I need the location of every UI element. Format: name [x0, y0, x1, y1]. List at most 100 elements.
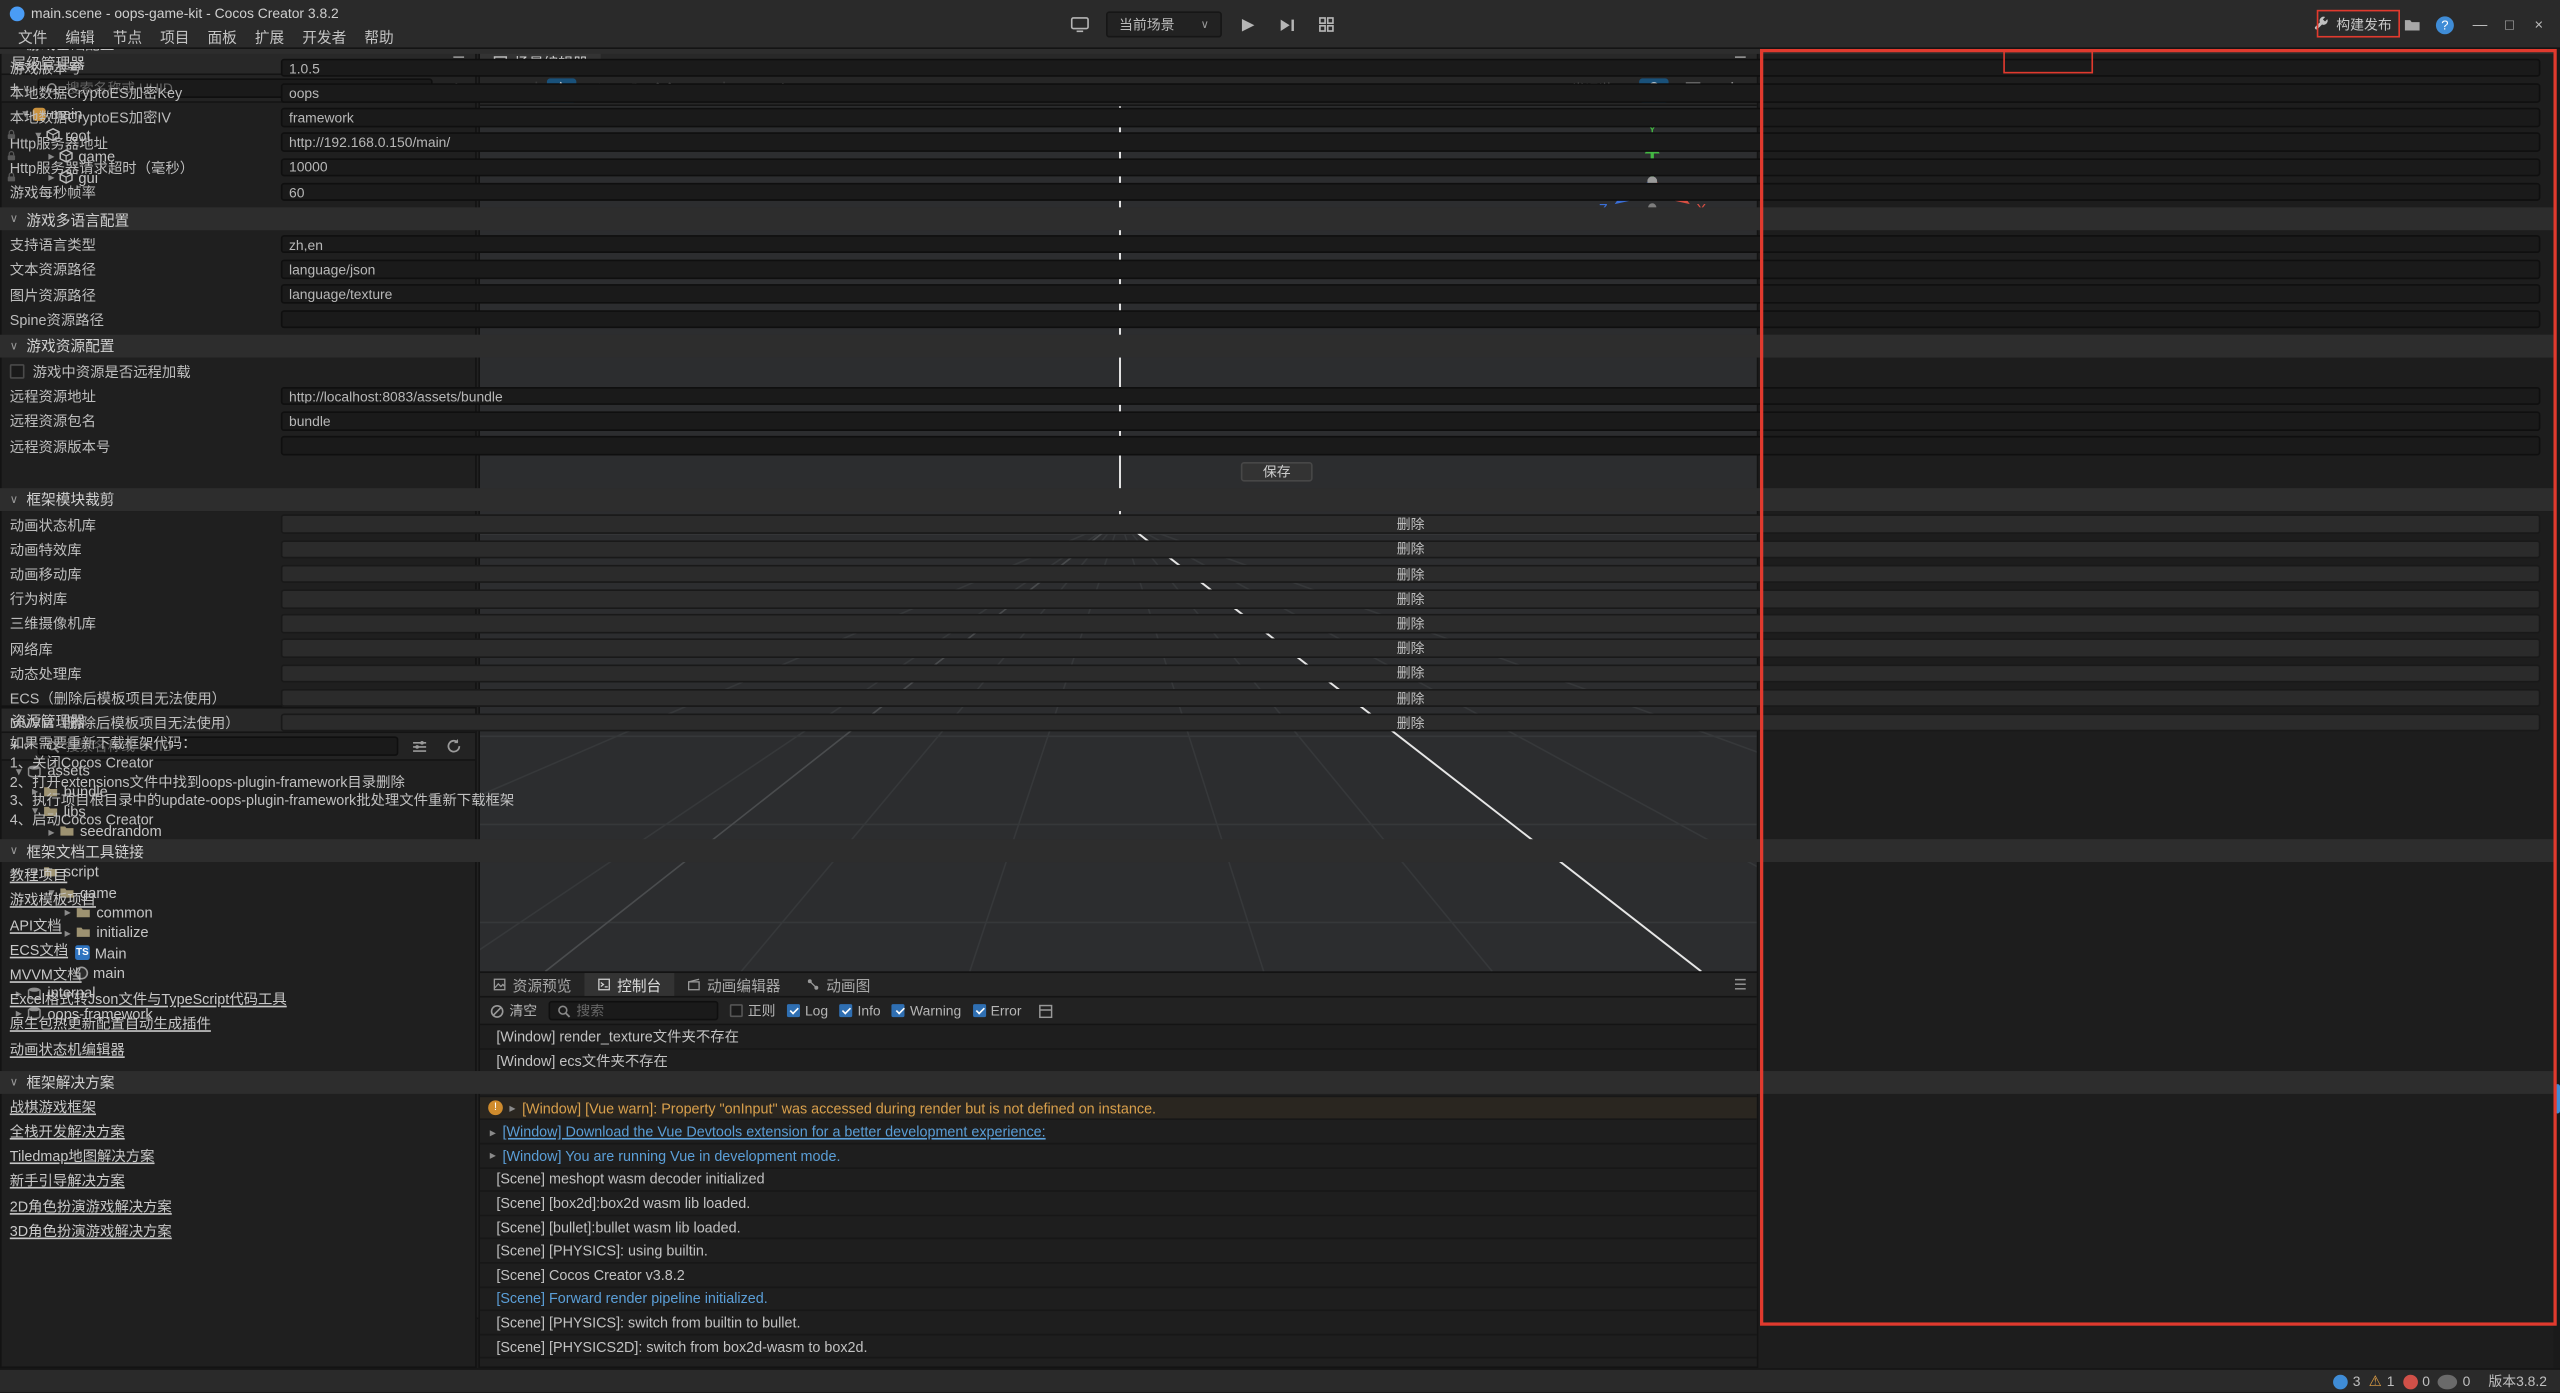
inspector-row: Http服务器地址: [0, 130, 2553, 155]
section-solutions[interactable]: ∨ 框架解决方案: [0, 1071, 2553, 1094]
inspector-row: 文本资源路径: [0, 257, 2553, 282]
remote-version-input[interactable]: [281, 436, 2541, 455]
doc-link[interactable]: 原生包热更新配置自动生成插件: [10, 1013, 211, 1038]
close-button[interactable]: ×: [2524, 16, 2553, 32]
inspector-row: 游戏版本号: [0, 56, 2553, 81]
menu-panel[interactable]: 面板: [199, 24, 245, 48]
menu-edit[interactable]: 编辑: [57, 24, 103, 48]
solution-link[interactable]: 新手引导解决方案: [10, 1170, 125, 1195]
http-server-input[interactable]: [281, 133, 2541, 152]
redownload-step: 1、关闭Cocos Creator: [0, 754, 2553, 773]
module-row: 行为树库 删除: [0, 586, 2553, 611]
inspector-scrollbar[interactable]: [2553, 26, 2560, 1393]
doc-link[interactable]: API文档: [10, 914, 62, 939]
inspector-row: Http服务器请求超时（毫秒）: [0, 155, 2553, 180]
wrench-icon: [2313, 16, 2329, 32]
delete-module-button[interactable]: 删除: [281, 639, 2541, 658]
inspector-row: 支持语言类型: [0, 232, 2553, 257]
lang-json-path-input[interactable]: [281, 260, 2541, 279]
solution-link[interactable]: 3D角色扮演游戏解决方案: [10, 1219, 172, 1244]
crypto-key-input[interactable]: [281, 83, 2541, 102]
solution-link[interactable]: 战棋游戏框架: [10, 1095, 96, 1120]
remote-url-input[interactable]: [281, 387, 2541, 406]
module-row: 动画特效库 删除: [0, 537, 2553, 562]
open-folder-icon[interactable]: [2398, 11, 2424, 37]
menu-developer[interactable]: 开发者: [294, 24, 354, 48]
module-row: ECS（删除后模板项目无法使用） 删除: [0, 686, 2553, 711]
delete-module-button[interactable]: 删除: [281, 589, 2541, 608]
crypto-iv-input[interactable]: [281, 108, 2541, 127]
redownload-step: 3、执行项目根目录中的update-oops-plugin-framework批…: [0, 792, 2553, 811]
section-caret-icon: ∨: [10, 212, 18, 225]
error-count[interactable]: 0: [2403, 1373, 2430, 1389]
step-button[interactable]: [1274, 11, 1300, 37]
inspector-panel: 属性检查器 构建发布 服务 框架配置 ∨ 游戏基础配置 游戏版本号: [0, 0, 800, 1319]
menu-project[interactable]: 项目: [152, 24, 198, 48]
solution-link[interactable]: Tiledmap地图解决方案: [10, 1145, 155, 1170]
doc-link[interactable]: ECS文档: [10, 939, 68, 964]
scene-select-dropdown[interactable]: 当前场景 ∨: [1106, 11, 1222, 37]
redownload-step: 4、启动Cocos Creator: [0, 811, 2553, 830]
delete-module-button[interactable]: 删除: [281, 664, 2541, 683]
delete-module-button[interactable]: 删除: [281, 614, 2541, 633]
framework-config-body: ∨ 游戏基础配置 游戏版本号 本地数据CryptoES加密Key 本地数据Cry…: [0, 26, 2553, 1393]
spine-path-input[interactable]: [281, 309, 2541, 328]
remote-load-row: 游戏中资源是否远程加载: [0, 359, 2553, 384]
section-language[interactable]: ∨ 游戏多语言配置: [0, 208, 2553, 231]
solution-link[interactable]: 2D角色扮演游戏解决方案: [10, 1194, 172, 1219]
module-row: 动画状态机库 删除: [0, 512, 2553, 537]
menu-file[interactable]: 文件: [10, 24, 56, 48]
window-title: main.scene - oops-game-kit - Cocos Creat…: [31, 5, 339, 21]
module-row: 网络库 删除: [0, 636, 2553, 661]
menu-help[interactable]: 帮助: [356, 24, 402, 48]
remote-bundle-input[interactable]: [281, 412, 2541, 431]
game-version-input[interactable]: [281, 59, 2541, 78]
remote-load-checkbox[interactable]: [10, 364, 25, 379]
info-icon: [2333, 1374, 2348, 1389]
scrollbar-thumb[interactable]: [2554, 1084, 2559, 1113]
delete-module-button[interactable]: 删除: [281, 540, 2541, 559]
doc-link[interactable]: 教程项目: [10, 864, 67, 889]
fps-input[interactable]: [281, 183, 2541, 202]
section-caret-icon: ∨: [10, 845, 18, 858]
preview-target-icon[interactable]: [1067, 11, 1093, 37]
inspector-row: 远程资源地址: [0, 384, 2553, 409]
delete-module-button[interactable]: 删除: [281, 689, 2541, 708]
notification-count[interactable]: 0: [2438, 1373, 2470, 1389]
delete-module-button[interactable]: 删除: [281, 713, 2541, 732]
notification-icon: [2438, 1374, 2458, 1389]
chevron-down-icon: ∨: [1201, 18, 1209, 31]
module-row: 动态处理库 删除: [0, 661, 2553, 686]
help-icon[interactable]: ?: [2436, 16, 2454, 34]
menu-node[interactable]: 节点: [105, 24, 151, 48]
info-count[interactable]: 3: [2333, 1373, 2360, 1389]
doc-link[interactable]: Excel格式转Json文件与TypeScript代码工具: [10, 988, 287, 1013]
inspector-row: 游戏每秒帧率: [0, 179, 2553, 204]
module-row: 动画移动库 删除: [0, 562, 2553, 587]
doc-link[interactable]: 游戏模板项目: [10, 889, 96, 914]
warning-count[interactable]: ⚠ 1: [2369, 1373, 2395, 1389]
solution-link[interactable]: 全栈开发解决方案: [10, 1120, 125, 1145]
save-button[interactable]: 保存: [1242, 461, 1312, 481]
maximize-button[interactable]: □: [2495, 16, 2524, 32]
play-button[interactable]: ▶: [1235, 11, 1261, 37]
languages-input[interactable]: [281, 235, 2541, 254]
section-modules[interactable]: ∨ 框架模块裁剪: [0, 488, 2553, 511]
inspector-row: 远程资源版本号: [0, 433, 2553, 458]
section-resource[interactable]: ∨ 游戏资源配置: [0, 334, 2553, 357]
http-timeout-input[interactable]: [281, 158, 2541, 177]
delete-module-button[interactable]: 删除: [281, 565, 2541, 584]
lang-texture-path-input[interactable]: [281, 285, 2541, 304]
minimize-button[interactable]: —: [2465, 16, 2494, 32]
cocos-logo-icon: [10, 6, 25, 21]
delete-module-button[interactable]: 删除: [281, 515, 2541, 534]
menu-bar: 文件 编辑 节点 项目 面板 扩展 开发者 帮助: [10, 24, 402, 48]
section-docs[interactable]: ∨ 框架文档工具链接: [0, 840, 2553, 863]
build-publish-button[interactable]: 构建发布: [2307, 15, 2398, 35]
warning-icon: ⚠: [2369, 1374, 2382, 1389]
doc-link[interactable]: 动画状态机编辑器: [10, 1038, 125, 1063]
menu-extension[interactable]: 扩展: [247, 24, 293, 48]
preview-layout-icon[interactable]: [1314, 11, 1340, 37]
doc-link[interactable]: MVVM文档: [10, 963, 82, 988]
inspector-row: 本地数据CryptoES加密Key: [0, 80, 2553, 105]
